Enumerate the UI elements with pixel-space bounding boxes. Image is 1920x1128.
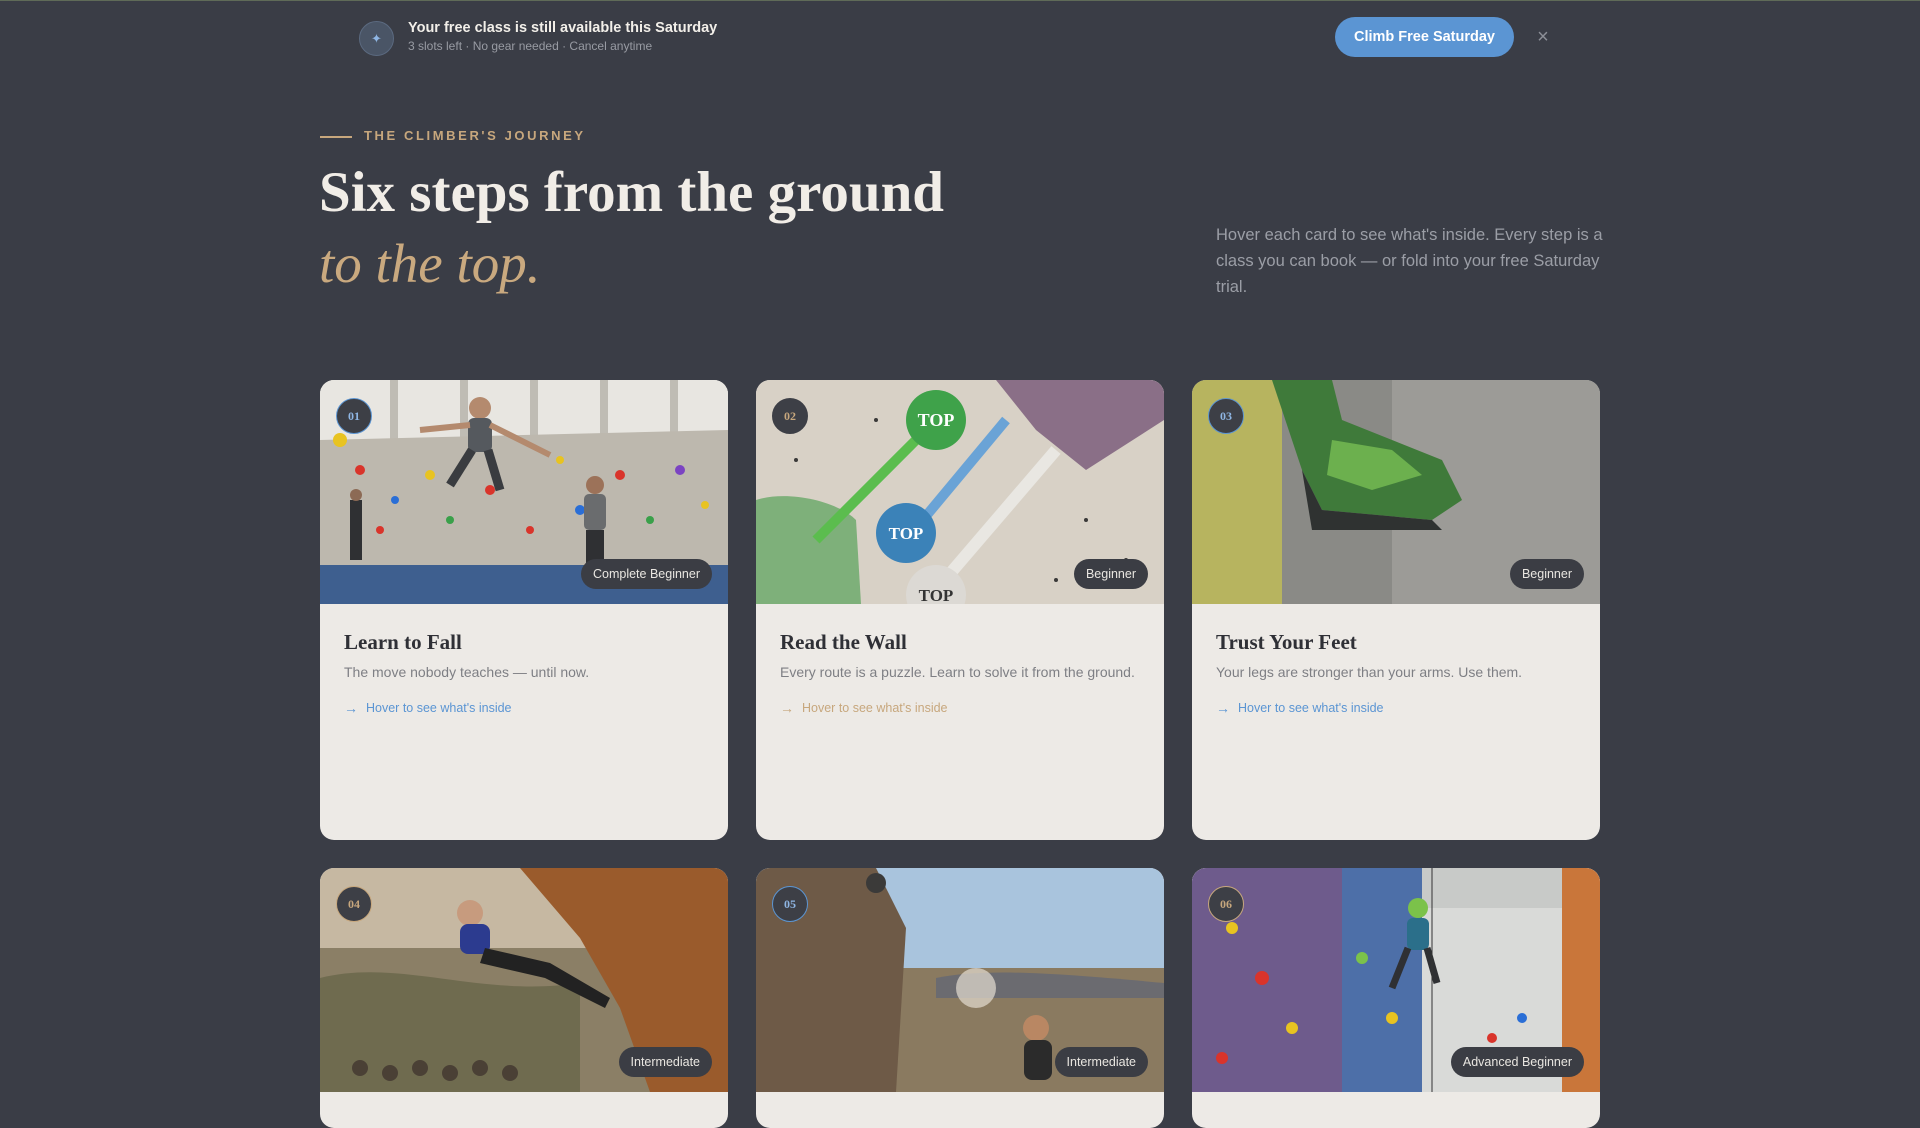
step-number-badge: 01 [336,398,372,434]
card-link-label: Hover to see what's inside [1238,701,1384,715]
headline-line-2: to the top. [319,233,541,294]
card-link-label: Hover to see what's inside [802,701,948,715]
hero-description: Hover each card to see what's inside. Ev… [1216,226,1603,296]
card-image-climbing-shoe: 03 Beginner [1192,380,1600,604]
level-badge: Beginner [1509,559,1584,589]
journey-card-3[interactable]: 03 Beginner Trust Your Feet Your legs ar… [1192,380,1600,840]
step-number-badge: 02 [772,398,808,434]
level-badge: Intermediate [618,1047,712,1077]
level-badge: Advanced Beginner [1450,1047,1584,1077]
card-description: The move nobody teaches — until now. [344,664,590,680]
arrow-right-icon: → [1216,700,1230,716]
card-hover-link[interactable]: → Hover to see what's inside [1216,700,1384,716]
card-hover-link[interactable]: → Hover to see what's inside [344,700,512,716]
close-icon[interactable]: × [1533,25,1553,49]
step-number-badge: 04 [336,886,372,922]
journey-card-2[interactable]: TOP TOP TOP 02 Beginner Read the Wall Ev… [756,380,1164,840]
eyebrow-divider [320,136,352,138]
card-image-desert-boulder: 05 Intermediate [756,868,1164,1092]
journey-card-1[interactable]: 01 Complete Beginner Learn to Fall The m… [320,380,728,840]
card-image-gym-fall: 01 Complete Beginner [320,380,728,604]
banner-subtitle: 3 slots left · No gear needed · Cancel a… [408,39,653,53]
journey-card-4[interactable]: 04 Intermediate [320,868,728,1128]
arrow-right-icon: → [780,700,794,716]
svg-text:TOP: TOP [918,410,955,430]
headline-line-1: Six steps from the ground [319,161,944,224]
step-number-badge: 06 [1208,886,1244,922]
card-hover-link[interactable]: → Hover to see what's inside [780,700,948,716]
level-badge: Complete Beginner [580,559,712,589]
card-image-route-tags: TOP TOP TOP 02 Beginner [756,380,1164,604]
level-badge: Beginner [1073,559,1148,589]
level-badge: Intermediate [1054,1047,1148,1077]
journey-card-5[interactable]: 05 Intermediate [756,868,1164,1128]
climb-free-saturday-button[interactable]: Climb Free Saturday [1335,17,1514,57]
free-class-banner: ✦ Your free class is still available thi… [0,0,1920,74]
card-description: Your legs are stronger than your arms. U… [1216,664,1523,680]
card-title: Trust Your Feet [1216,630,1357,654]
section-eyebrow: THE CLIMBER'S JOURNEY [364,128,586,143]
svg-text:TOP: TOP [919,586,954,604]
card-title: Read the Wall [780,630,907,654]
arrow-right-icon: → [344,700,358,716]
step-number-badge: 03 [1208,398,1244,434]
card-link-label: Hover to see what's inside [366,701,512,715]
journey-card-6[interactable]: 06 Advanced Beginner [1192,868,1600,1128]
svg-text:TOP: TOP [889,524,924,543]
sparkle-icon: ✦ [359,21,394,56]
step-number-badge: 05 [772,886,808,922]
card-description: Every route is a puzzle. Learn to solve … [780,664,1135,680]
card-image-lead-wall: 06 Advanced Beginner [1192,868,1600,1092]
banner-title: Your free class is still available this … [408,20,718,36]
card-title: Learn to Fall [344,630,462,654]
card-image-outdoor-boulder: 04 Intermediate [320,868,728,1092]
